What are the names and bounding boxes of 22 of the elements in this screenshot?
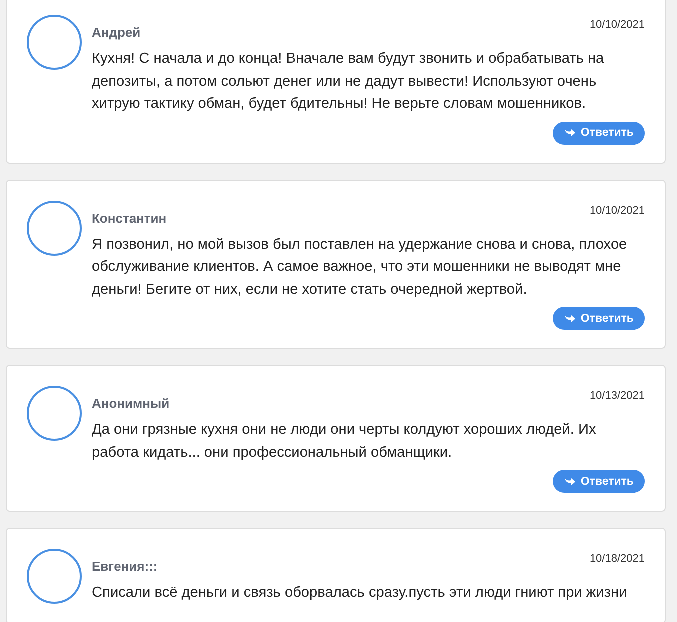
avatar-circle xyxy=(27,386,82,441)
reply-button[interactable]: Ответить xyxy=(552,307,645,330)
comment-text: Я позвонил, но мой вызов был поставлен на удержание снова и снова, плохое обслуживание клиентов. А самое важное, что эти мошенники не выводят мне деньги! Бегите от них, если не хотите стать очередной жертвой. xyxy=(92,236,628,300)
reply-arrow-icon xyxy=(564,476,576,486)
author-name: Анонимный xyxy=(92,396,170,411)
author-name: Константин xyxy=(92,210,167,226)
comment-text: Кухня! С начала и до конца! Вначале вам будут звонить и обрабатывать на депозиты, а потом сольют денег или не дадут вывести! Используют очень хитрую тактику обман, будет бдительны! Не верьте словам мошенников. xyxy=(92,50,606,114)
avatar-circle xyxy=(27,15,82,70)
comment-text: Да они грязные кухня они не люди они черты колдуют хороших людей. Их работа кидать... они профессиональный обманщики. xyxy=(92,421,598,462)
comment-date: 10/13/2021 xyxy=(590,390,645,402)
reply-arrow-icon xyxy=(564,314,576,324)
reply-button[interactable]: Ответить xyxy=(552,470,645,493)
reply-arrow-icon xyxy=(564,128,576,138)
comment-date: 10/10/2021 xyxy=(590,204,645,216)
author-name: Евгения::: xyxy=(92,559,158,574)
avatar-circle xyxy=(27,200,82,256)
comment-text: Списали всё деньги и связь оборвалась сразу.пусть эти люди гниют при жизни xyxy=(92,584,628,603)
reply-button[interactable]: Ответить xyxy=(552,122,645,144)
comment-date: 10/18/2021 xyxy=(590,553,645,565)
avatar-circle xyxy=(27,549,82,604)
comment-date: 10/10/2021 xyxy=(590,19,645,31)
author-name: Андрей xyxy=(92,25,141,40)
